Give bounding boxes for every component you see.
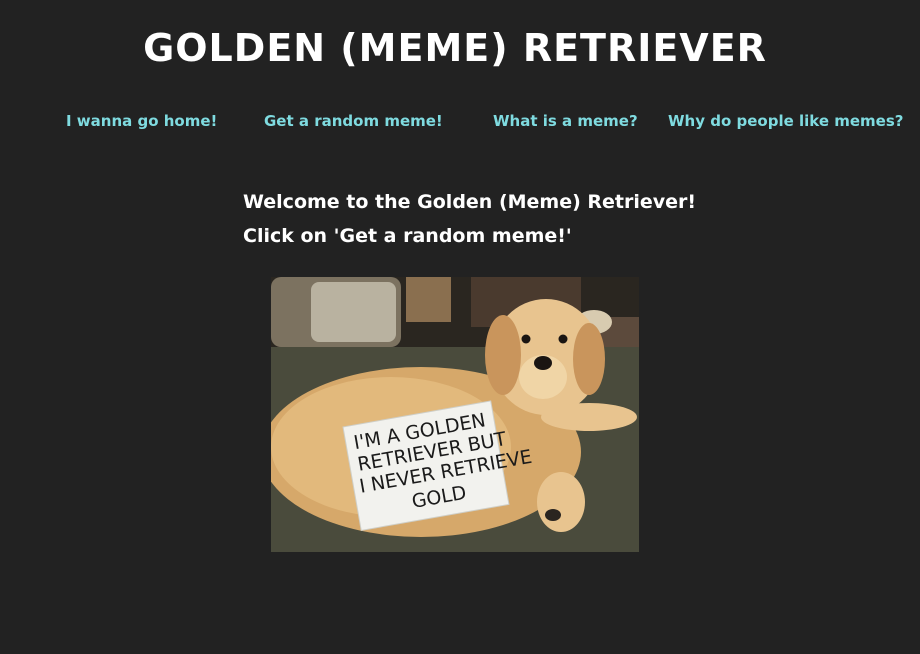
chair-cushion [311, 282, 396, 342]
dog-ear-left [485, 315, 521, 395]
dog-ear-right [573, 323, 605, 395]
meme-image: I'M A GOLDEN RETRIEVER BUT I NEVER RETRI… [271, 277, 639, 552]
dog-paw-front [541, 403, 637, 431]
page: GOLDEN (MEME) RETRIEVER I wanna go home!… [0, 0, 920, 654]
welcome-line-2: Click on 'Get a random meme!' [243, 225, 572, 247]
nav-link-what-is-meme[interactable]: What is a meme? [493, 112, 638, 130]
meme-illustration: I'M A GOLDEN RETRIEVER BUT I NEVER RETRI… [271, 277, 639, 552]
nav-link-why-like-memes[interactable]: Why do people like memes? [668, 112, 903, 130]
dog-eye-right [558, 334, 568, 344]
nav-link-home[interactable]: I wanna go home! [66, 112, 217, 130]
dog-paw-back [537, 472, 585, 532]
dog-nose [534, 356, 552, 370]
welcome-text: Welcome to the Golden (Meme) Retriever! … [243, 185, 696, 253]
main-nav: I wanna go home! Get a random meme! What… [0, 112, 920, 134]
welcome-line-1: Welcome to the Golden (Meme) Retriever! [243, 191, 697, 213]
site-title: GOLDEN (MEME) RETRIEVER [143, 26, 767, 70]
box [406, 277, 451, 322]
dog-eye-left [521, 334, 531, 344]
nav-link-random-meme[interactable]: Get a random meme! [264, 112, 443, 130]
